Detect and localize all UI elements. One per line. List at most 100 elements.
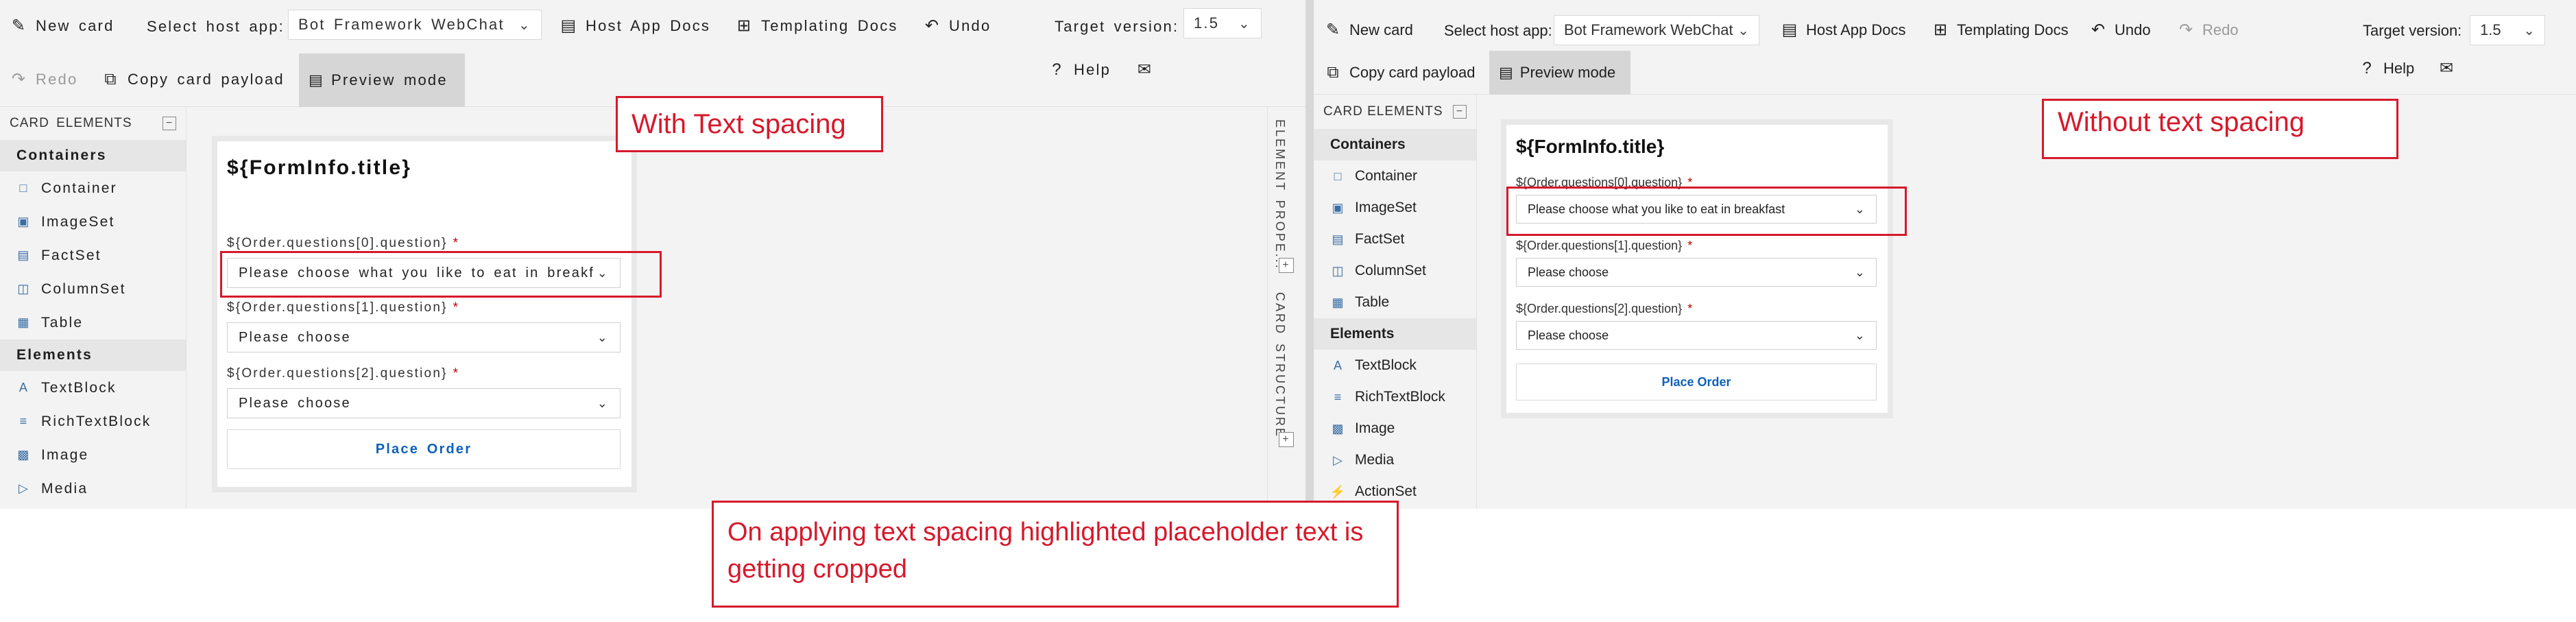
sidebar-item-table[interactable]: ▦ Table — [0, 306, 186, 339]
sidebar-item-container[interactable]: □ Container — [1314, 160, 1476, 192]
annotation-without-spacing: Without text spacing — [2042, 99, 2398, 159]
card-structure-tab[interactable]: CARD STRUCTURE — [1273, 292, 1287, 438]
container-icon: □ — [1334, 169, 1342, 183]
sidebar-item-columnset[interactable]: ◫ ColumnSet — [0, 272, 186, 306]
redo-button[interactable]: ↷ Redo — [2176, 16, 2239, 44]
question-1-dropdown[interactable]: Please choose ⌄ — [1516, 258, 1877, 287]
new-card-button[interactable]: ✎ New card — [1323, 16, 1413, 44]
card-frame: ${FormInfo.title} ${Order.questions[0].q… — [1501, 119, 1893, 418]
host-app-select[interactable]: Bot Framework WebChat ⌄ — [1554, 15, 1759, 45]
templating-docs-button[interactable]: ⊞ Templating Docs — [1931, 16, 2069, 44]
sidebar-item-image[interactable]: ▩ Image — [1314, 413, 1476, 444]
sidebar-item-media[interactable]: ▷ Media — [0, 472, 186, 505]
image-icon: ▩ — [1332, 421, 1344, 435]
place-order-button[interactable]: Place Order — [1516, 363, 1877, 400]
target-version-select[interactable]: 1.5 ⌄ — [2470, 15, 2545, 45]
chevron-down-icon: ⌄ — [597, 396, 609, 410]
help-icon: ? — [1052, 60, 1063, 79]
card-elements-sidebar: CARD ELEMENTS − Containers □ Container ▣ I… — [0, 107, 186, 509]
chevron-down-icon: ⌄ — [518, 17, 531, 33]
expand-icon[interactable]: + — [1279, 258, 1294, 273]
redo-button[interactable]: ↷ Redo — [10, 66, 77, 93]
annotation-issue: On applying text spacing highlighted pla… — [712, 501, 1399, 608]
toolbar: ✎ New card Select host app: Bot Framewor… — [1314, 0, 2576, 95]
sidebar-item-richtextblock[interactable]: ≡ RichTextBlock — [1314, 381, 1476, 413]
chevron-down-icon: ⌄ — [2523, 23, 2535, 38]
question-2-dropdown[interactable]: Please choose ⌄ — [1516, 321, 1877, 350]
toolbar: ✎ New card Select host app: Bot Framewor… — [0, 0, 1310, 107]
sidebar-item-factset[interactable]: ▤ FactSet — [0, 239, 186, 272]
templating-docs-button[interactable]: ⊞ Templating Docs — [735, 12, 898, 40]
card-elements-sidebar: CARD ELEMENTS − Containers □ Container ▣ I… — [1314, 95, 1477, 509]
richtextblock-icon: ≡ — [19, 414, 29, 428]
copy-icon: ⧉ — [1327, 63, 1339, 82]
preview-icon: ▤ — [1499, 64, 1513, 81]
target-version-select[interactable]: 1.5 ⌄ — [1183, 8, 1262, 38]
card-canvas: ${FormInfo.title} ${Order.questions[0].q… — [187, 107, 1267, 509]
annotation-with-spacing: With Text spacing — [616, 96, 883, 152]
sidebar-item-factset[interactable]: ▤ FactSet — [1314, 224, 1476, 255]
elements-section: Elements — [1314, 318, 1476, 350]
question-1-label: ${Order.questions[1].question} * — [227, 300, 460, 315]
sidebar-item-imageset[interactable]: ▣ ImageSet — [1314, 192, 1476, 224]
expand-icon[interactable]: + — [1279, 432, 1294, 447]
new-card-button[interactable]: ✎ New card — [10, 12, 115, 40]
collapse-icon[interactable]: − — [162, 117, 176, 130]
undo-button[interactable]: ↶ Undo — [2089, 16, 2151, 44]
copy-card-payload-button[interactable]: ⧉ Copy card payload — [101, 66, 285, 93]
card-canvas: ${FormInfo.title} ${Order.questions[0].q… — [1478, 95, 2576, 509]
feedback-icon: ✉ — [1137, 60, 1153, 79]
sidebar-item-media[interactable]: ▷ Media — [1314, 444, 1476, 476]
element-properties-tab[interactable]: ELEMENT PROPE... — [1273, 119, 1287, 270]
feedback-icon: ✉ — [2439, 59, 2454, 77]
chevron-down-icon: ⌄ — [597, 330, 609, 344]
redo-icon: ↷ — [11, 70, 27, 88]
preview-mode-button[interactable]: ▤ Preview mode — [299, 53, 465, 107]
richtextblock-icon: ≡ — [1334, 390, 1342, 404]
sidebar-item-richtextblock[interactable]: ≡ RichTextBlock — [0, 405, 186, 438]
host-app-docs-button[interactable]: ▤ Host App Docs — [1780, 16, 1906, 44]
help-button[interactable]: ? Help — [1048, 56, 1111, 84]
place-order-button[interactable]: Place Order — [227, 429, 621, 469]
question-2-dropdown[interactable]: Please choose ⌄ — [227, 388, 621, 418]
card-title: ${FormInfo.title} — [1516, 136, 1665, 157]
image-icon: ▩ — [17, 448, 31, 462]
columnset-icon: ◫ — [1332, 263, 1344, 278]
containers-section: Containers — [1314, 129, 1476, 160]
collapse-icon[interactable]: − — [1453, 105, 1467, 119]
host-app-select[interactable]: Bot Framework WebChat ⌄ — [288, 10, 542, 40]
question-2-label: ${Order.questions[2].question} * — [227, 366, 460, 381]
templating-icon: ⊞ — [736, 16, 753, 35]
properties-rail: ELEMENT PROPE... + CARD STRUCTURE + — [1267, 107, 1305, 509]
sidebar-item-table[interactable]: ▦ Table — [1314, 287, 1476, 318]
highlight-full-dropdown — [1506, 187, 1907, 236]
undo-button[interactable]: ↶ Undo — [923, 12, 991, 40]
sidebar-item-textblock[interactable]: A TextBlock — [0, 371, 186, 405]
preview-mode-button[interactable]: ▤ Preview mode — [1489, 51, 1630, 95]
table-icon: ▦ — [1332, 295, 1344, 309]
table-icon: ▦ — [17, 315, 31, 329]
textblock-icon: A — [1333, 358, 1342, 372]
sidebar-item-columnset[interactable]: ◫ ColumnSet — [1314, 255, 1476, 287]
feedback-button[interactable]: ✉ — [1135, 56, 1155, 84]
splitter[interactable] — [1305, 0, 1314, 509]
adaptive-card: ${FormInfo.title} ${Order.questions[0].q… — [217, 141, 631, 487]
factset-icon: ▤ — [1332, 232, 1344, 246]
chevron-down-icon: ⌄ — [1854, 265, 1865, 279]
elements-section: Elements — [0, 339, 186, 371]
sidebar-item-image[interactable]: ▩ Image — [0, 438, 186, 472]
help-button[interactable]: ? Help — [2357, 55, 2414, 82]
card-frame: ${FormInfo.title} ${Order.questions[0].q… — [212, 136, 637, 492]
chevron-down-icon: ⌄ — [1737, 23, 1749, 38]
feedback-button[interactable]: ✉ — [2437, 55, 2456, 82]
copy-card-payload-button[interactable]: ⧉ Copy card payload — [1323, 59, 1475, 86]
sidebar-item-imageset[interactable]: ▣ ImageSet — [0, 205, 186, 239]
card-elements-header: CARD ELEMENTS − — [1314, 95, 1476, 129]
question-1-dropdown[interactable]: Please choose ⌄ — [227, 322, 621, 352]
sidebar-item-container[interactable]: □ Container — [0, 171, 186, 205]
sidebar-item-textblock[interactable]: A TextBlock — [1314, 350, 1476, 381]
target-version-label: Target version: — [1055, 18, 1179, 35]
question-1-label: ${Order.questions[1].question} * — [1516, 239, 1693, 252]
new-card-icon: ✎ — [1325, 21, 1340, 39]
host-app-docs-button[interactable]: ▤ Host App Docs — [559, 12, 710, 40]
